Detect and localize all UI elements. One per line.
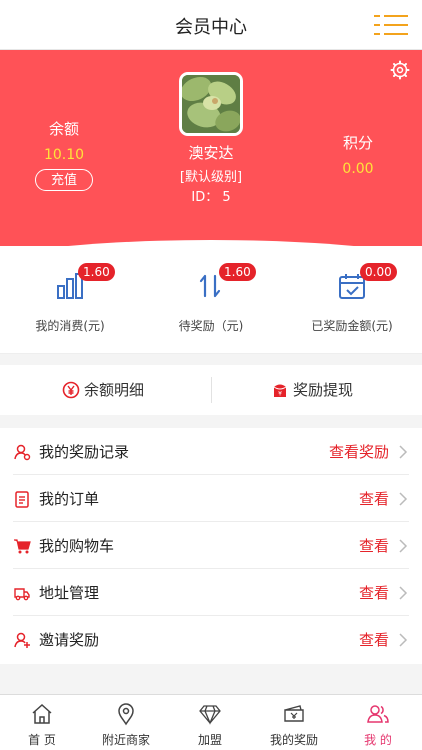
tab-label: 附近商家 [101,733,150,747]
balance-value: 10.10 [43,147,85,163]
reward-user-icon [14,444,31,461]
stat-label: 我的消费(元) [35,319,105,333]
reward-withdraw-button[interactable]: ¥ 奖励提现 [211,365,422,415]
avatar-plant-image [182,75,240,133]
tab-my-rewards[interactable]: 我的奖励 [252,695,336,750]
home-icon [32,703,52,724]
balance-detail-label: 余额明细 [84,381,145,399]
menu-list: 我的奖励记录 查看奖励 我的订单 查看 我的购物车 查看 地址管理 查看 邀请奖… [0,428,422,664]
voucher-icon [284,705,304,722]
stats-row: 1.60 我的消费(元) 1.60 待奖励（元) 0.00 已奖励金额(元) [0,246,422,354]
list-item-label: 邀请奖励 [39,631,100,649]
list-item-link[interactable]: 查看 [359,629,389,650]
user-id: ID： 5 [191,190,231,205]
diamond-icon [199,705,221,725]
list-item-address[interactable]: 地址管理 查看 [0,569,422,616]
points-label: 积分 [342,134,373,152]
stat-badge: 1.60 [78,263,115,281]
stat-label: 已奖励金额(元) [311,319,393,333]
list-item-link[interactable]: 查看 [359,535,389,556]
recharge-button[interactable]: 充值 [35,169,93,191]
stat-rewarded-amount[interactable]: 0.00 已奖励金额(元) [282,246,422,354]
list-item-link[interactable]: 查看 [359,488,389,509]
stat-my-consumption[interactable]: 1.60 我的消费(元) [0,246,140,354]
stat-pending-reward[interactable]: 1.60 待奖励（元) [141,246,281,354]
hamburger-menu-icon[interactable] [374,12,408,38]
list-item-label: 我的购物车 [39,537,115,555]
points-value: 0.00 [342,161,374,177]
user-name: 澳安达 [188,144,234,162]
tab-label: 首 页 [28,733,56,747]
profile-banner: 余额 10.10 充值 澳安达 [默认级别] ID： 5 积分 0.00 [0,50,422,246]
reward-withdraw-label: 奖励提现 [293,381,354,399]
avatar[interactable] [179,72,243,136]
users-icon [367,705,389,723]
chevron-right-icon [399,492,408,506]
chevron-right-icon [399,445,408,459]
bottom-tab-bar: 首 页 附近商家 加盟 我的奖励 我 的 [0,694,422,750]
chevron-right-icon [399,586,408,600]
tab-label: 我 的 [364,733,392,747]
cart-icon [14,539,31,554]
list-item-label: 我的奖励记录 [39,443,130,461]
stat-badge: 0.00 [360,263,397,281]
invite-user-icon [14,632,30,648]
svg-text:¥: ¥ [278,391,282,398]
chevron-right-icon [399,633,408,647]
top-header: 会员中心 [0,0,422,50]
balance-detail-button[interactable]: 余额明细 [0,365,211,415]
list-item-link[interactable]: 查看奖励 [329,441,389,462]
member-center-page: 会员中心 余额 10.10 充值 澳安达 [默认级别] ID： 5 积分 0.0… [0,0,422,750]
tab-label: 加盟 [197,733,222,747]
list-item-invite-reward[interactable]: 邀请奖励 查看 [0,616,422,663]
list-item-reward-record[interactable]: 我的奖励记录 查看奖励 [0,428,422,475]
chevron-right-icon [399,539,408,553]
stat-badge: 1.60 [219,263,256,281]
tab-nearby-merchants[interactable]: 附近商家 [84,695,168,750]
list-item-link[interactable]: 查看 [359,582,389,603]
order-list-icon [15,491,29,508]
yuan-circle-icon [62,381,80,399]
location-pin-icon [118,703,134,726]
tab-label: 我的奖励 [269,733,318,747]
balance-block: 余额 10.10 充值 [24,118,104,191]
list-item-my-orders[interactable]: 我的订单 查看 [0,475,422,522]
tab-home[interactable]: 首 页 [0,695,84,750]
points-block: 积分 0.00 [318,132,398,177]
user-level: [默认级别] [179,170,243,185]
truck-icon [14,588,30,601]
red-envelope-icon: ¥ [273,384,287,398]
list-item-label: 地址管理 [39,584,100,602]
gear-icon[interactable] [390,60,410,80]
list-item-label: 我的订单 [39,490,100,508]
balance-label: 余额 [48,120,79,138]
list-item-shopping-cart[interactable]: 我的购物车 查看 [0,522,422,569]
balance-actions: 余额明细 ¥ 奖励提现 [0,365,422,415]
tab-mine[interactable]: 我 的 [336,695,420,750]
stat-label: 待奖励（元) [178,319,244,333]
page-title: 会员中心 [175,17,247,38]
tab-franchise[interactable]: 加盟 [168,695,252,750]
